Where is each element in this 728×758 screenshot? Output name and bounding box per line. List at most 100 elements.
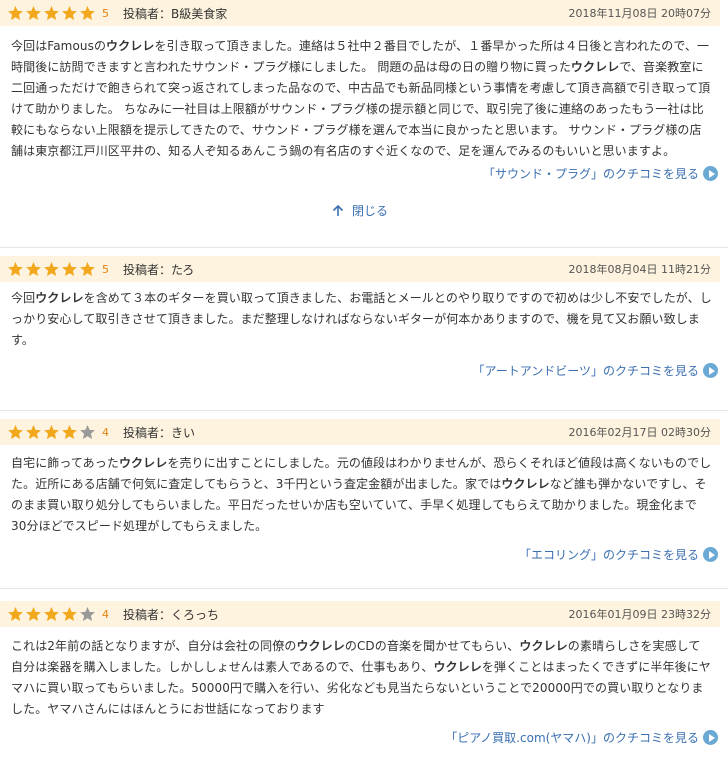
shop-reviews-link-label: 「サウンド・プラグ」のクチコミを見る bbox=[482, 167, 699, 181]
poster-name: 投稿者：くろっち bbox=[123, 607, 220, 622]
post-date: 2016年02月17日 02時30分 bbox=[568, 426, 711, 439]
review-text-line: 今回ウクレレを含めて３本のギターを買い取って頂きました、お電話とメールとのやり取… bbox=[11, 288, 712, 309]
text-segment: した。ヤマハさんにはほんとうにお世話になっております bbox=[11, 702, 325, 716]
review-text: 今回はFamousのウクレレを引き取って頂きました。連絡は５社中２番目でしたが、… bbox=[11, 36, 711, 162]
review-text-line: マハに買い取ってもらいました。50000円で購入を行い、劣化なども見当たらないと… bbox=[11, 678, 711, 699]
review-header: 4 投稿者：くろっち 2016年01月09日 23時32分 bbox=[0, 601, 720, 627]
rating-number: 5 bbox=[102, 6, 109, 20]
review-header: 5 投稿者：B級美食家 2018年11月08日 20時07分 bbox=[0, 0, 720, 26]
review-header: 5 投稿者：たろ 2018年08月04日 11時21分 bbox=[0, 256, 720, 282]
post-date: 2018年11月08日 20時07分 bbox=[568, 7, 711, 20]
play-arrow-icon bbox=[703, 166, 718, 181]
review-text-line: っかり安心して取引きさせて頂きました。まだ整理しなければならないギターが何本かあ… bbox=[11, 309, 711, 330]
star-filled-icon bbox=[79, 5, 96, 22]
play-arrow-icon bbox=[703, 363, 718, 378]
text-segment: のまま買い取り処分してもらいました。平日だったせいか店も空いていて、手早く処理し… bbox=[11, 498, 697, 512]
review-text-line: 較にもならない上限額を提示してきたので、サウンド・プラグ様を選んで本当に良かった… bbox=[11, 120, 711, 141]
review-text-line: これは2年前の話となりますが、自分は会社の同僚のウクレレのCDの音楽を聞かせても… bbox=[11, 636, 711, 657]
star-filled-icon bbox=[61, 261, 78, 278]
text-segment: 今回はFamousの bbox=[11, 39, 107, 53]
star-filled-icon bbox=[61, 606, 78, 623]
star-filled-icon bbox=[79, 261, 96, 278]
arrow-up-icon bbox=[332, 204, 344, 216]
text-segment: ウクレレ bbox=[433, 660, 482, 674]
text-segment: を含めて３本のギターを買い取って頂きました、お電話とメールとのやり取りですので初… bbox=[83, 291, 712, 305]
review-card: 5 投稿者：B級美食家 2018年11月08日 20時07分 今回はFamous… bbox=[0, 0, 728, 250]
star-filled-icon bbox=[43, 424, 60, 441]
text-segment: のCDの音楽を聞かせてもらい、 bbox=[344, 639, 520, 653]
close-button[interactable]: 閉じる bbox=[0, 202, 720, 219]
shop-reviews-link-label: 「アートアンドビーツ」のクチコミを見る bbox=[472, 364, 699, 378]
star-rating bbox=[7, 606, 97, 623]
star-filled-icon bbox=[43, 606, 60, 623]
text-segment: を弾くことはまったくできずに半年後にヤ bbox=[481, 660, 711, 674]
shop-reviews-link-label: 「エコリング」のクチコミを見る bbox=[518, 548, 699, 562]
text-segment: た。近所にある店舗で何気に査定してもらうと、3千円という査定金額が出ました。家で… bbox=[11, 477, 502, 491]
review-text: これは2年前の話となりますが、自分は会社の同僚のウクレレのCDの音楽を聞かせても… bbox=[11, 636, 711, 720]
text-segment: 自分は楽器を購入しました。しかししょせんは素人であるので、仕事もあり、 bbox=[11, 660, 434, 674]
review-card: 5 投稿者：たろ 2018年08月04日 11時21分 今回ウクレレを含めて３本… bbox=[0, 256, 728, 396]
text-segment: けて助かりました。 ちなみに一社目は上限額がサウンド・プラグ様の提示額と同じで、… bbox=[11, 102, 704, 116]
text-segment: の素晴らしさを実感して bbox=[567, 639, 701, 653]
text-segment: 時間後に訪問できますと言われたサウンド・プラグ様にしました。 問題の品は母の日の… bbox=[11, 60, 571, 74]
star-filled-icon bbox=[43, 261, 60, 278]
text-segment: ウクレレ bbox=[106, 39, 155, 53]
post-date: 2016年01月09日 23時32分 bbox=[568, 608, 711, 621]
rating-number: 4 bbox=[102, 425, 109, 439]
star-filled-icon bbox=[25, 424, 42, 441]
text-segment: っかり安心して取引きさせて頂きました。まだ整理しなければならないギターが何本かあ… bbox=[11, 312, 700, 326]
text-segment: で、音楽教室に bbox=[619, 60, 704, 74]
review-text-line: のまま買い取り処分してもらいました。平日だったせいか店も空いていて、手早く処理し… bbox=[11, 495, 711, 516]
review-text-line: した。ヤマハさんにはほんとうにお世話になっております bbox=[11, 699, 711, 720]
review-text-line: 二回通っただけで飽きられて突っ返されてしまった品なので、中古品でも新品同様という… bbox=[11, 78, 711, 99]
review-text-line: けて助かりました。 ちなみに一社目は上限額がサウンド・プラグ様の提示額と同じで、… bbox=[11, 99, 711, 120]
poster-name: 投稿者：B級美食家 bbox=[123, 6, 228, 21]
star-filled-icon bbox=[61, 424, 78, 441]
review-text-line: 自宅に飾ってあったウクレレを売りに出すことにしました。元の値段はわかりませんが、… bbox=[11, 453, 711, 474]
star-filled-icon bbox=[7, 5, 24, 22]
review-card: 4 投稿者：くろっち 2016年01月09日 23時32分 これは2年前の話とな… bbox=[0, 601, 728, 758]
text-segment: ウクレレ bbox=[570, 60, 620, 74]
review-text-line: 舗は東京都江戸川区平井の、知る人ぞ知るあんこう鍋の有名店のすぐ近くなので、足を運… bbox=[11, 141, 711, 162]
review-text-line: 30分ほどでスピード処理がしてもらえました。 bbox=[11, 516, 711, 537]
star-filled-icon bbox=[25, 5, 42, 22]
review-text-line: 時間後に訪問できますと言われたサウンド・プラグ様にしました。 問題の品は母の日の… bbox=[11, 57, 711, 78]
shop-reviews-link[interactable]: 「サウンド・プラグ」のクチコミを見る bbox=[483, 165, 718, 182]
text-segment: 舗は東京都江戸川区平井の、知る人ぞ知るあんこう鍋の有名店のすぐ近くなので、足を運… bbox=[11, 144, 676, 158]
text-segment: これは2年前の話となりますが、自分は会社の同僚の bbox=[11, 639, 297, 653]
review-text-line: 自分は楽器を購入しました。しかししょせんは素人であるので、仕事もあり、ウクレレを… bbox=[11, 657, 711, 678]
star-filled-icon bbox=[25, 261, 42, 278]
star-filled-icon bbox=[7, 606, 24, 623]
star-filled-icon bbox=[25, 606, 42, 623]
review-text-line: す。 bbox=[11, 330, 711, 351]
poster-name: 投稿者：たろ bbox=[123, 262, 195, 277]
review-text: 自宅に飾ってあったウクレレを売りに出すことにしました。元の値段はわかりませんが、… bbox=[11, 453, 711, 537]
close-label: 閉じる bbox=[351, 204, 388, 218]
divider bbox=[0, 410, 728, 411]
text-segment: 自宅に飾ってあった bbox=[11, 456, 119, 470]
shop-reviews-link[interactable]: 「ピアノ買取.com(ヤマハ)」のクチコミを見る bbox=[445, 729, 718, 746]
review-text: 今回ウクレレを含めて３本のギターを買い取って頂きました、お電話とメールとのやり取… bbox=[11, 288, 712, 351]
shop-reviews-link-label: 「ピアノ買取.com(ヤマハ)」のクチコミを見る bbox=[445, 731, 699, 745]
text-segment: マハに買い取ってもらいました。50000円で購入を行い、劣化なども見当たらないと… bbox=[11, 681, 704, 695]
text-segment: 今回 bbox=[11, 291, 36, 305]
text-segment: ウクレレ bbox=[519, 639, 568, 653]
rating-number: 5 bbox=[102, 262, 109, 276]
star-empty-icon bbox=[79, 424, 96, 441]
review-text-line: 今回はFamousのウクレレを引き取って頂きました。連絡は５社中２番目でしたが、… bbox=[11, 36, 711, 57]
play-arrow-icon bbox=[703, 547, 718, 562]
poster-name: 投稿者：きい bbox=[123, 425, 196, 440]
star-filled-icon bbox=[7, 424, 24, 441]
star-filled-icon bbox=[7, 261, 24, 278]
play-arrow-icon bbox=[703, 730, 718, 745]
shop-reviews-link[interactable]: 「エコリング」のクチコミを見る bbox=[519, 546, 718, 563]
text-segment: ウクレレ bbox=[35, 291, 84, 305]
star-rating bbox=[7, 5, 97, 22]
text-segment: を引き取って頂きました。連絡は５社中２番目でしたが、１番早かった所は４日後と言わ… bbox=[154, 39, 710, 53]
text-segment: ウクレレ bbox=[296, 639, 345, 653]
star-filled-icon bbox=[43, 5, 60, 22]
text-segment: を売りに出すことにしました。元の値段はわかりませんが、恐らくそれほど値段は高くな… bbox=[167, 456, 712, 470]
shop-reviews-link[interactable]: 「アートアンドビーツ」のクチコミを見る bbox=[472, 362, 718, 379]
text-segment: す。 bbox=[11, 333, 35, 347]
star-rating bbox=[7, 424, 97, 441]
